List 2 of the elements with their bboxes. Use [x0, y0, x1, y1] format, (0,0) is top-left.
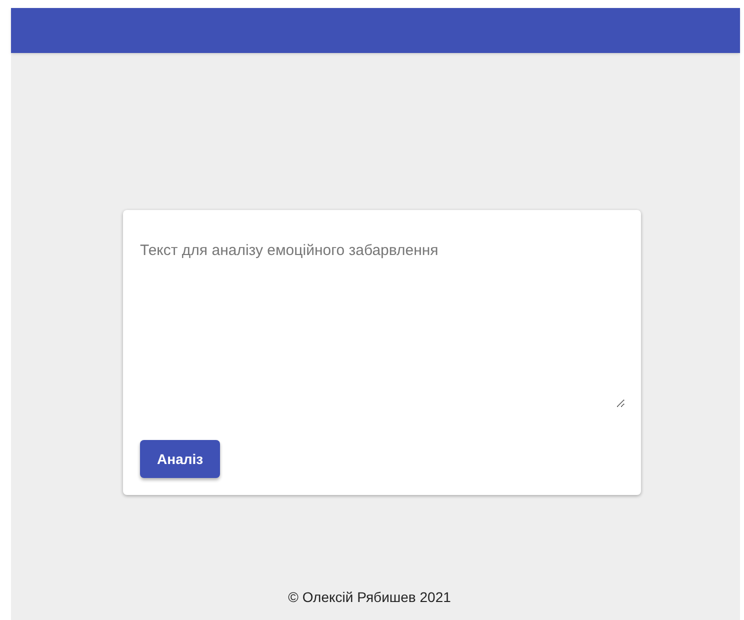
analyze-button[interactable]: Аналіз — [140, 440, 220, 478]
footer-text: © Олексій Рябишев 2021 — [288, 588, 451, 607]
